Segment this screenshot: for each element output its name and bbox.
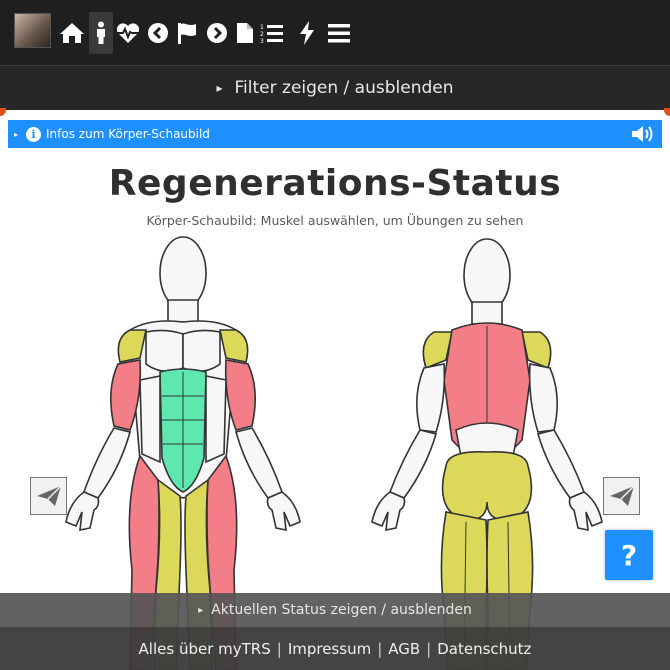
info-bar-label: Infos zum Körper-Schaubild (46, 127, 210, 141)
home-icon[interactable] (58, 12, 86, 54)
paper-plane-icon (609, 485, 635, 506)
front-neck (167, 299, 199, 323)
front-oblique-right[interactable] (205, 375, 227, 464)
filter-toggle-label: Filter zeigen / ausblenden (234, 78, 454, 98)
menu-icon[interactable] (326, 12, 352, 54)
back-forearm-left[interactable] (388, 429, 438, 499)
question-mark-icon: ? (620, 538, 638, 572)
numbered-list-icon[interactable]: 123 (259, 12, 285, 54)
footer-link-impressum[interactable]: Impressum (288, 640, 371, 658)
back-hand-right (568, 491, 603, 531)
svg-text:3: 3 (260, 38, 264, 44)
info-icon: i (26, 126, 42, 142)
accent-corner-left (0, 108, 6, 116)
send-button-left[interactable] (30, 477, 67, 515)
back-upper-arm-left[interactable] (416, 363, 446, 433)
avatar[interactable] (14, 13, 51, 48)
back-forearm-right[interactable] (536, 429, 586, 499)
front-head (159, 236, 207, 310)
footer-separator: | (426, 639, 432, 658)
footer-link-about[interactable]: Alles über myTRS (139, 640, 271, 658)
status-toggle-label: Aktuellen Status zeigen / ausblenden (211, 602, 472, 618)
footer-link-agb[interactable]: AGB (388, 640, 420, 658)
front-hand-right (266, 491, 301, 531)
flag-icon[interactable] (175, 12, 199, 54)
paper-plane-icon (36, 485, 62, 506)
footer-link-datenschutz[interactable]: Datenschutz (437, 640, 531, 658)
filter-toggle[interactable]: ▸ Filter zeigen / ausblenden (0, 66, 670, 110)
front-forearm-right[interactable] (235, 427, 284, 499)
back-upper-arm-right[interactable] (528, 363, 558, 433)
person-icon[interactable] (89, 12, 113, 54)
front-forearm-left[interactable] (82, 427, 131, 499)
page-title: Regenerations-Status (108, 163, 562, 204)
status-toggle[interactable]: ▸ Aktuellen Status zeigen / ausblenden (0, 593, 670, 627)
footer-separator: | (276, 639, 282, 658)
arrow-right-circle-icon[interactable] (205, 12, 229, 54)
footer-links: Alles über myTRS | Impressum | AGB | Dat… (0, 627, 670, 670)
svg-text:2: 2 (260, 31, 264, 38)
lightning-icon[interactable] (295, 12, 319, 54)
expand-triangle-icon: ▸ (14, 129, 19, 139)
front-oblique-left[interactable] (139, 375, 161, 464)
arrow-left-circle-icon[interactable] (146, 12, 170, 54)
document-icon[interactable] (233, 12, 257, 54)
back-glutes[interactable] (441, 450, 533, 521)
top-navigation-bar: 123 (0, 0, 670, 66)
accent-corner-right (664, 108, 670, 116)
expand-triangle-icon: ▸ (216, 81, 223, 95)
front-chest[interactable] (145, 329, 184, 372)
back-hand-left (371, 491, 406, 531)
svg-text:1: 1 (260, 24, 264, 31)
send-button-right[interactable] (603, 477, 640, 515)
footer-separator: | (377, 639, 383, 658)
page-subtitle: Körper-Schaubild: Muskel auswählen, um Ü… (146, 213, 524, 228)
body-chart-info-toggle[interactable]: ▸ i Infos zum Körper-Schaubild (8, 120, 662, 148)
back-head (463, 238, 511, 312)
speaker-icon[interactable] (630, 123, 656, 148)
expand-triangle-icon: ▸ (198, 604, 204, 616)
front-hand-left (65, 491, 100, 531)
heartbeat-icon[interactable] (115, 12, 141, 54)
help-button[interactable]: ? (605, 530, 653, 580)
back-neck (471, 301, 503, 325)
